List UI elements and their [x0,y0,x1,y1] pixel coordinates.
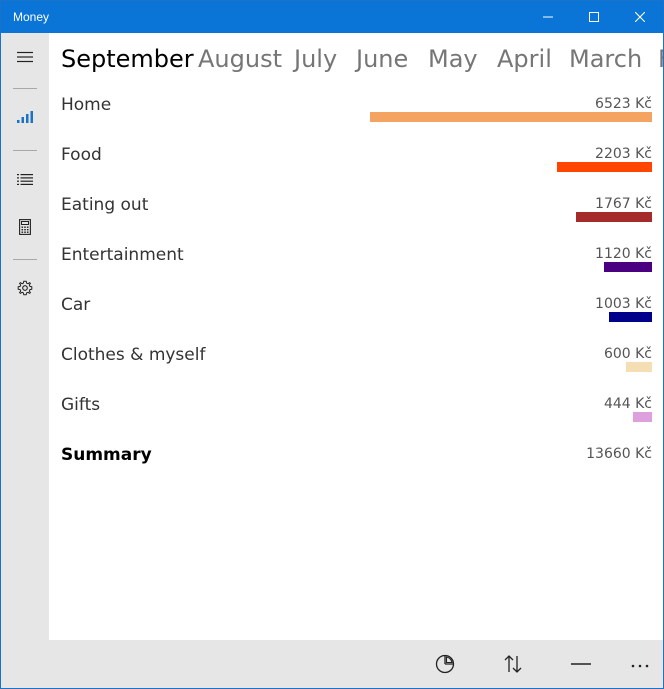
category-bar [370,112,652,122]
window-title: Money [13,10,50,24]
category-row[interactable]: Car 1003 Kč [49,294,663,344]
more-dots-icon [631,664,649,668]
category-amount: 6523 Kč [595,96,652,112]
maximize-button[interactable] [571,1,617,33]
tab-month[interactable]: August [198,43,282,75]
sidebar-divider [13,259,37,260]
category-row[interactable]: Home 6523 Kč [49,94,663,144]
category-name: Gifts [61,395,101,415]
category-name: Entertainment [61,245,184,265]
hamburger-icon [17,51,33,63]
summary-row: Summary 13660 Kč [49,444,663,494]
summary-amount: 13660 Kč [586,446,652,462]
category-name: Car [61,295,91,315]
command-bar [1,640,663,688]
category-row[interactable]: Clothes & myself 600 Kč [49,344,663,394]
minimize-button[interactable] [525,1,571,33]
category-name: Food [61,145,102,165]
pie-chart-button[interactable] [422,644,468,684]
pie-chart-icon [435,654,455,674]
category-name: Clothes & myself [61,345,206,365]
category-bar [633,412,652,422]
category-amount: 1003 Kč [595,296,652,312]
category-amount: 1120 Kč [595,246,652,262]
maximize-icon [589,12,599,22]
summary-label: Summary [61,445,152,465]
category-bar [557,162,652,172]
tab-month[interactable]: June [356,43,408,75]
sort-button[interactable] [490,644,536,684]
sidebar-divider [13,150,37,151]
category-bar [626,362,652,372]
category-bar [609,312,652,322]
tab-month[interactable]: September [61,43,194,75]
gear-icon [17,280,33,296]
title-bar: Money [1,1,663,33]
sidebar-item-settings[interactable] [1,268,49,308]
category-name: Eating out [61,195,149,215]
more-button[interactable] [617,644,663,684]
sidebar-item-list[interactable] [1,159,49,199]
list-icon [17,174,33,185]
category-bar [576,212,652,222]
remove-button[interactable] [558,644,604,684]
tab-month[interactable]: April [497,43,552,75]
sort-arrows-icon [504,655,522,673]
bar-chart-icon [17,111,33,123]
category-row[interactable]: Food 2203 Kč [49,144,663,194]
calculator-icon [19,219,31,235]
tab-month[interactable]: July [294,43,337,75]
close-button[interactable] [617,1,663,33]
sidebar-item-calculator[interactable] [1,207,49,247]
category-row[interactable]: Eating out 1767 Kč [49,194,663,244]
category-amount: 444 Kč [603,396,652,412]
report-content: September August July June May April Mar… [49,33,663,640]
category-amount: 2203 Kč [595,146,652,162]
tab-month[interactable]: March [569,43,642,75]
tab-month[interactable]: May [428,43,478,75]
hamburger-menu-button[interactable] [1,37,49,77]
sidebar-divider [13,88,37,89]
navigation-sidebar [1,33,49,640]
category-amount: 1767 Kč [595,196,652,212]
category-name: Home [61,95,112,115]
close-icon [635,12,645,22]
minus-icon [571,663,591,665]
app-window: Money September August July June May Apr… [0,0,664,689]
category-row[interactable]: Gifts 444 Kč [49,394,663,444]
category-row[interactable]: Entertainment 1120 Kč [49,244,663,294]
category-amount: 600 Kč [603,346,652,362]
category-bar [604,262,652,272]
tab-month[interactable]: F [658,43,663,75]
sidebar-item-chart[interactable] [1,97,49,137]
minimize-icon [543,16,553,18]
